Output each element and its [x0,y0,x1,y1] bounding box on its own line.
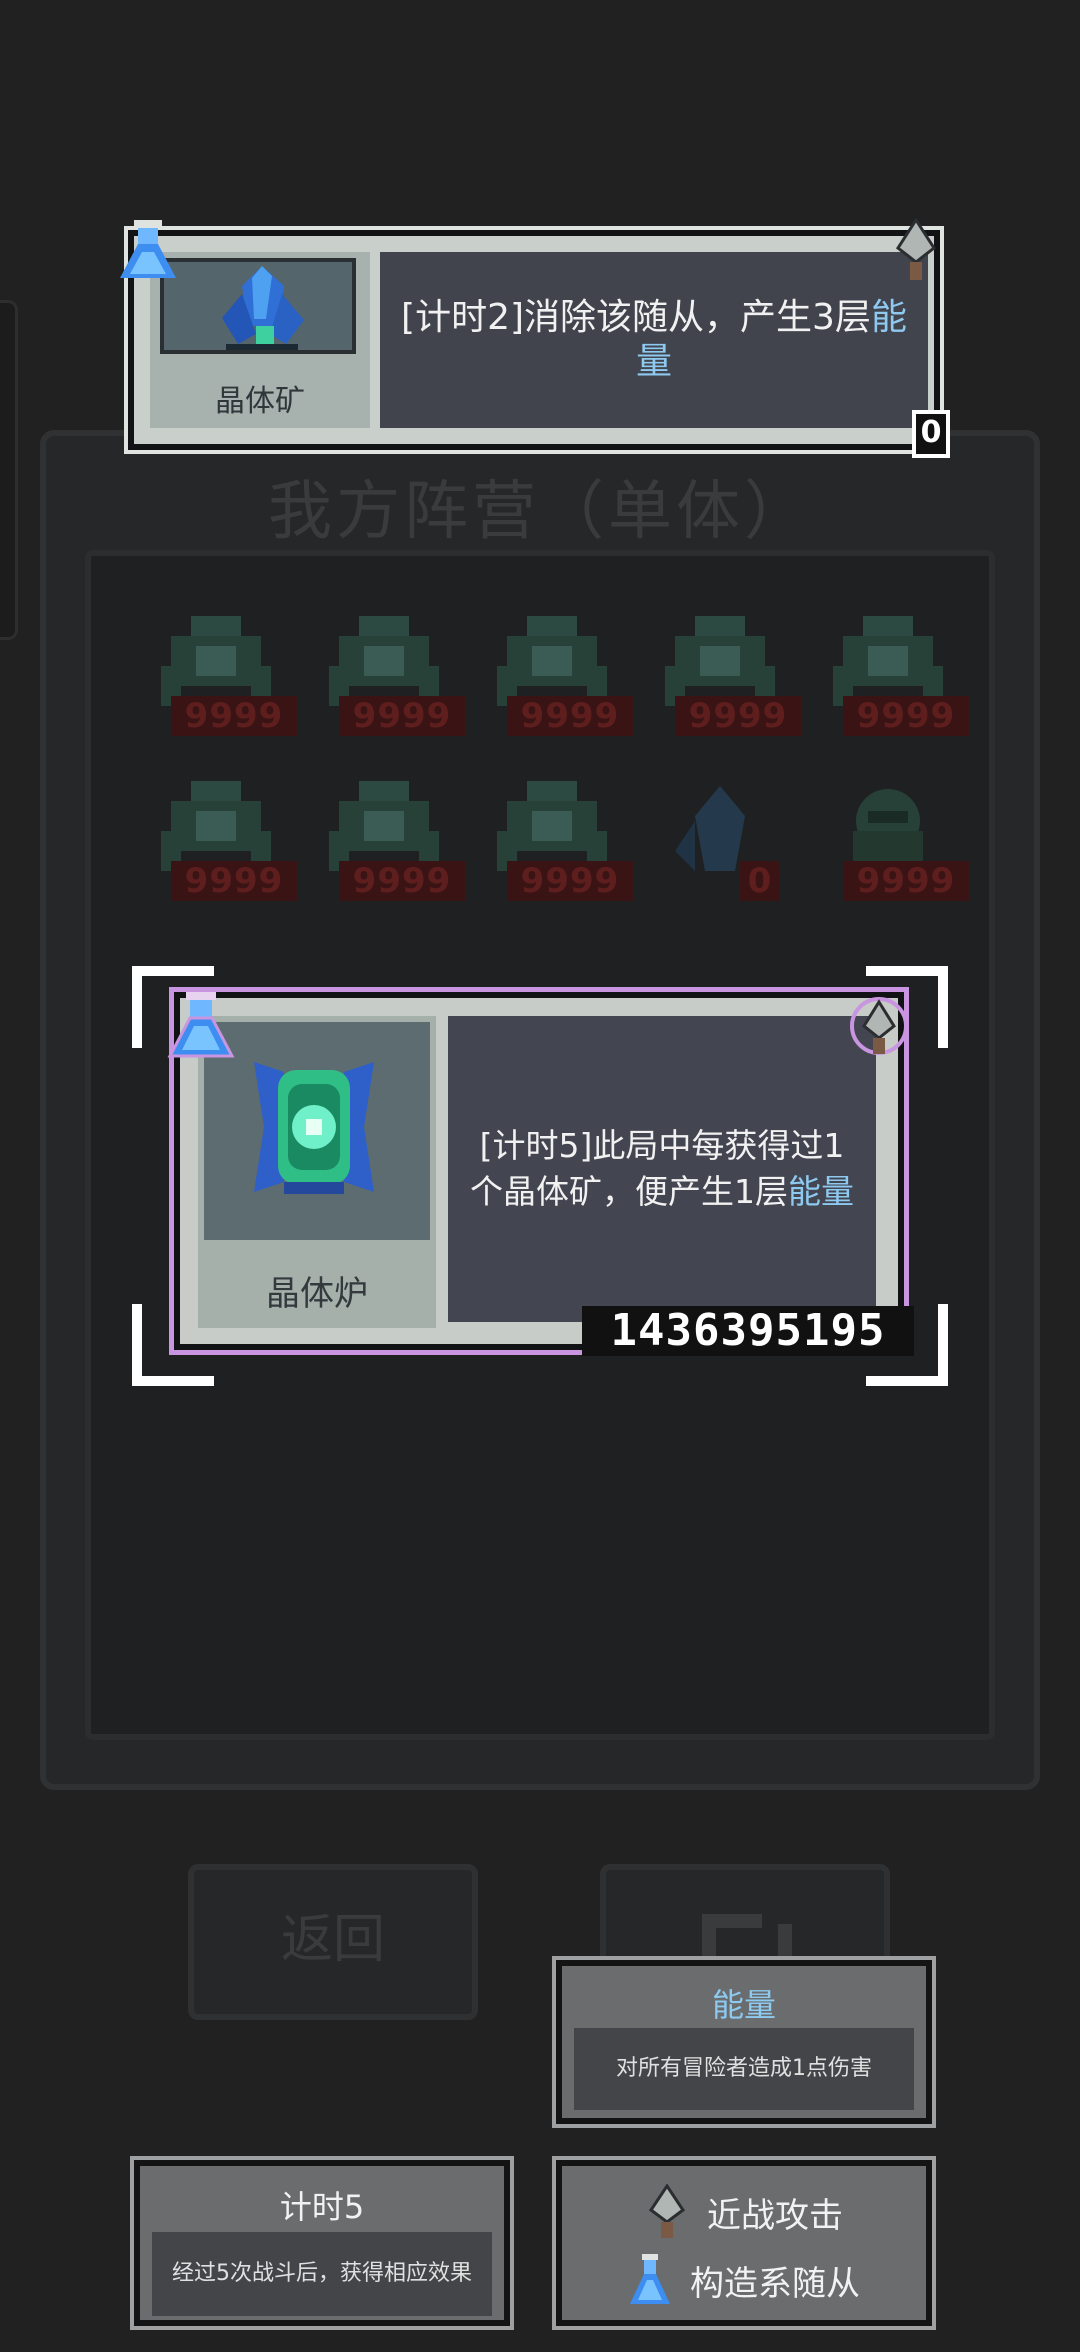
flask-icon [167,992,235,1058]
unit-hp: 9999 [843,696,969,736]
energy-tooltip: 能量 对所有冒险者造成1点伤害 [552,1956,936,2128]
tooltip-body: 对所有冒险者造成1点伤害 [574,2028,914,2110]
back-button[interactable]: 返回 [188,1864,478,2020]
ally-unit[interactable]: 9999 [299,616,465,756]
card-desc-text: [计时2]消除该随从，产生3层 [401,297,871,338]
ally-unit[interactable]: 0 [635,781,800,921]
unit-hp: 9999 [171,861,297,901]
ally-unit[interactable]: 9999 [635,616,801,756]
legend-melee: 近战攻击 [562,2182,926,2242]
card-name: 晶体矿 [215,384,305,419]
ally-unit[interactable]: 9999 [131,781,297,921]
tooltip-title: 计时5 [279,2188,365,2226]
card-description: [计时5]此局中每获得过1个晶体矿，便产生1层能量 [448,1016,876,1322]
legend-label: 构造系随从 [690,2263,860,2304]
tooltip-title: 能量 [711,1986,776,2024]
crystal-mine-card[interactable]: 晶体矿 [计时2]消除该随从，产生3层能量 [124,226,944,454]
unit-hp: 9999 [675,696,801,736]
crystal-furnace-card[interactable]: 晶体炉 [计时5]此局中每获得过1个晶体矿，便产生1层能量 [169,987,909,1355]
side-tab [0,300,18,640]
ally-unit[interactable]: 9999 [803,781,969,921]
flask-icon [630,2254,670,2304]
crystal-icon [222,266,304,350]
unit-hp: 0 [740,861,780,901]
legend-label: 近战攻击 [707,2195,843,2236]
card-portrait-panel: 晶体矿 [150,252,370,428]
card-name: 晶体炉 [266,1274,368,1314]
card-portrait-panel: 晶体炉 [198,1016,436,1328]
ally-unit[interactable]: 9999 [131,616,297,756]
timer-tooltip: 计时5 经过5次战斗后，获得相应效果 [130,2156,514,2330]
legend-tooltip: 近战攻击 构造系随从 [552,2156,936,2330]
spear-icon [850,997,908,1055]
card-value-number: 1436395195 [582,1306,914,1356]
card-count-badge: 0 [912,410,950,458]
ally-panel-title: 我方阵营（单体） [268,475,812,549]
flask-icon [120,220,176,278]
unit-hp: 9999 [339,861,465,901]
legend-construct: 构造系随从 [562,2250,926,2310]
spear-icon [895,218,937,280]
spear-icon [648,2184,686,2238]
ally-unit[interactable]: 9999 [467,616,633,756]
unit-hp: 9999 [507,696,633,736]
unit-hp: 9999 [507,861,633,901]
energy-keyword[interactable]: 能量 [788,1172,854,1211]
ally-unit[interactable]: 9999 [467,781,633,921]
card-art [160,258,356,354]
card-art [204,1022,430,1240]
ally-unit[interactable]: 9999 [803,616,969,756]
unit-hp: 9999 [171,696,297,736]
unit-hp: 9999 [339,696,465,736]
crystal-furnace-icon [254,1062,374,1194]
card-description: [计时2]消除该随从，产生3层能量 [380,252,928,428]
unit-hp: 9999 [843,861,969,901]
tooltip-body: 经过5次战斗后，获得相应效果 [152,2232,492,2316]
ally-unit[interactable]: 9999 [299,781,465,921]
